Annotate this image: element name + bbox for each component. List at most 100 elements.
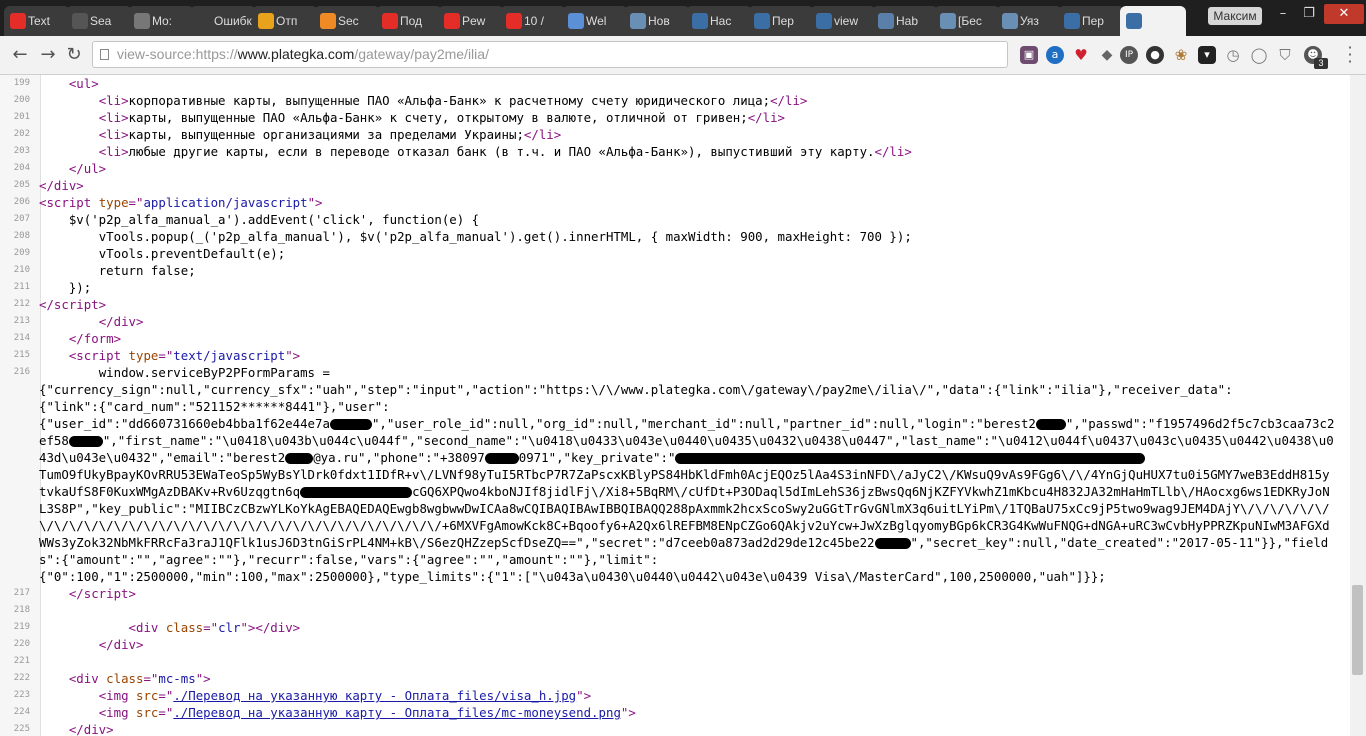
ip-icon[interactable]: IP xyxy=(1120,46,1138,64)
source-line: 203 <li>любые другие карты, если в перев… xyxy=(0,143,1350,160)
tab-8[interactable]: 10 / xyxy=(500,6,566,36)
address-bar[interactable]: view-source:https://www.plategka.com/gat… xyxy=(92,41,1008,68)
reload-icon[interactable]: ↻ xyxy=(62,43,86,67)
cookie-icon[interactable]: ❀ xyxy=(1172,46,1190,64)
source-code: return false; xyxy=(39,263,196,278)
source-line: 199 <ul> xyxy=(0,75,1350,92)
tab-12[interactable]: Пер xyxy=(748,6,814,36)
extension-dark-icon[interactable]: ● xyxy=(1146,46,1164,64)
redaction-mark xyxy=(300,487,413,498)
speed-icon[interactable]: ◷ xyxy=(1224,46,1242,64)
tab-label: Отп xyxy=(276,14,298,28)
minimize-button[interactable]: – xyxy=(1270,4,1296,24)
youtube-icon xyxy=(444,13,460,29)
line-number: 219 xyxy=(13,622,30,632)
maximize-button[interactable]: ❐ xyxy=(1296,4,1322,24)
source-line: 212 </script> xyxy=(0,296,1350,313)
source-code: </div> xyxy=(98,314,144,329)
heart-icon[interactable]: ♥ xyxy=(1072,46,1090,64)
forward-icon[interactable]: → xyxy=(36,43,60,67)
page-info-icon[interactable] xyxy=(100,49,109,60)
pocket-icon[interactable]: ▾ xyxy=(1198,46,1216,64)
profile-button[interactable]: Максим xyxy=(1208,7,1262,25)
tracking-icon[interactable]: ◯ xyxy=(1250,46,1268,64)
tab-17[interactable]: Пер xyxy=(1058,6,1124,36)
source-line: 219 <div class="clr"></div> xyxy=(0,619,1350,636)
line-number: 199 xyxy=(13,78,30,88)
menu-icon[interactable]: · · · xyxy=(1342,40,1358,70)
n-icon xyxy=(630,13,646,29)
line-number: 208 xyxy=(13,231,30,241)
tab-18[interactable] xyxy=(1120,6,1186,36)
source-link[interactable]: ./Перевод на указанную карту - Оплата_fi… xyxy=(173,688,576,703)
tab-label: [Бес xyxy=(958,14,982,28)
extension-a-icon[interactable]: a xyxy=(1046,46,1064,64)
close-window-button[interactable]: ✕ xyxy=(1324,4,1364,24)
address-prefix: view-source:https:// xyxy=(117,46,238,62)
line-number: 205 xyxy=(13,180,30,190)
tab-label: Pew xyxy=(462,14,486,28)
tab-strip: Text Sea Mo: Ошибка Отп Sec Под Pew 10 / Wel Нов На… xyxy=(0,0,1366,36)
redaction-mark xyxy=(1035,419,1066,430)
source-code: <img src="./Перевод на указанную карту -… xyxy=(98,705,636,720)
none xyxy=(196,13,212,29)
source-code: <script type="text/javascript"> xyxy=(68,348,301,363)
line-number: 222 xyxy=(13,673,30,683)
wordpress-icon xyxy=(568,13,584,29)
redaction-mark xyxy=(484,453,519,464)
redaction-mark xyxy=(329,419,372,430)
tab-2[interactable]: Mo: xyxy=(128,6,194,36)
tab-15[interactable]: [Бес xyxy=(934,6,1000,36)
tab-label: Уяз xyxy=(1020,14,1039,28)
source-code: <li>корпоративные карты, выпущенные ПАО … xyxy=(98,93,808,108)
source-code: </div> xyxy=(98,637,144,652)
address-path: /gateway/pay2me/ilia/ xyxy=(354,46,489,62)
line-number: 201 xyxy=(13,112,30,122)
line-number: 211 xyxy=(13,282,30,292)
source-link[interactable]: ./Перевод на указанную карту - Оплата_fi… xyxy=(173,705,621,720)
tab-16[interactable]: Уяз xyxy=(996,6,1062,36)
scrollbar-thumb[interactable] xyxy=(1352,585,1363,675)
tab-1[interactable]: Sea xyxy=(66,6,132,36)
tab-11[interactable]: Нас xyxy=(686,6,752,36)
tab-label: 10 / xyxy=(524,14,545,28)
source-code: </div> xyxy=(39,178,84,193)
tab-6[interactable]: Под xyxy=(376,6,442,36)
tab-label: Нас xyxy=(710,14,732,28)
source-code: <script type="application/javascript"> xyxy=(39,195,323,210)
tab-14[interactable]: Hab xyxy=(872,6,938,36)
fire-icon xyxy=(320,13,336,29)
source-line: 225 </div> xyxy=(0,721,1350,736)
source-line: 214 </form> xyxy=(0,330,1350,347)
source-line: 215 <script type="text/javascript"> xyxy=(0,347,1350,364)
n-icon xyxy=(1002,13,1018,29)
line-number: 216 xyxy=(13,367,30,377)
line-number: 204 xyxy=(13,163,30,173)
tab-7[interactable]: Pew xyxy=(438,6,504,36)
tab-4[interactable]: Отп xyxy=(252,6,318,36)
youtube-icon xyxy=(10,13,26,29)
tab-5[interactable]: Sec xyxy=(314,6,380,36)
shield-outline-icon[interactable]: ⛉ xyxy=(1276,46,1294,64)
globe-icon xyxy=(258,13,274,29)
p-icon xyxy=(816,13,832,29)
source-code: </ul> xyxy=(68,161,107,176)
tab-10[interactable]: Нов xyxy=(624,6,690,36)
source-view: 199 <ul> 200 <li>корпоративные карты, вып… xyxy=(0,75,1350,736)
source-code: </script> xyxy=(39,297,107,312)
tab-13[interactable]: view xyxy=(810,6,876,36)
tab-9[interactable]: Wel xyxy=(562,6,628,36)
source-code: }); xyxy=(39,280,92,295)
source-code: vTools.preventDefault(e); xyxy=(39,246,286,261)
tab-0[interactable]: Text xyxy=(4,6,70,36)
line-number: 202 xyxy=(13,129,30,139)
shield-icon[interactable]: ◆ xyxy=(1098,46,1116,64)
extension-badge: 3 xyxy=(1314,58,1328,69)
tab-3[interactable]: Ошибка xyxy=(190,6,256,36)
extension-icon[interactable]: ▣ xyxy=(1020,46,1038,64)
redaction-mark xyxy=(675,453,1146,464)
source-line: 206 <script type="application/javascript"… xyxy=(0,194,1350,211)
back-icon[interactable]: ← xyxy=(8,43,32,67)
tab-label: Ошибка xyxy=(214,14,256,28)
tab-label: Под xyxy=(400,14,423,28)
